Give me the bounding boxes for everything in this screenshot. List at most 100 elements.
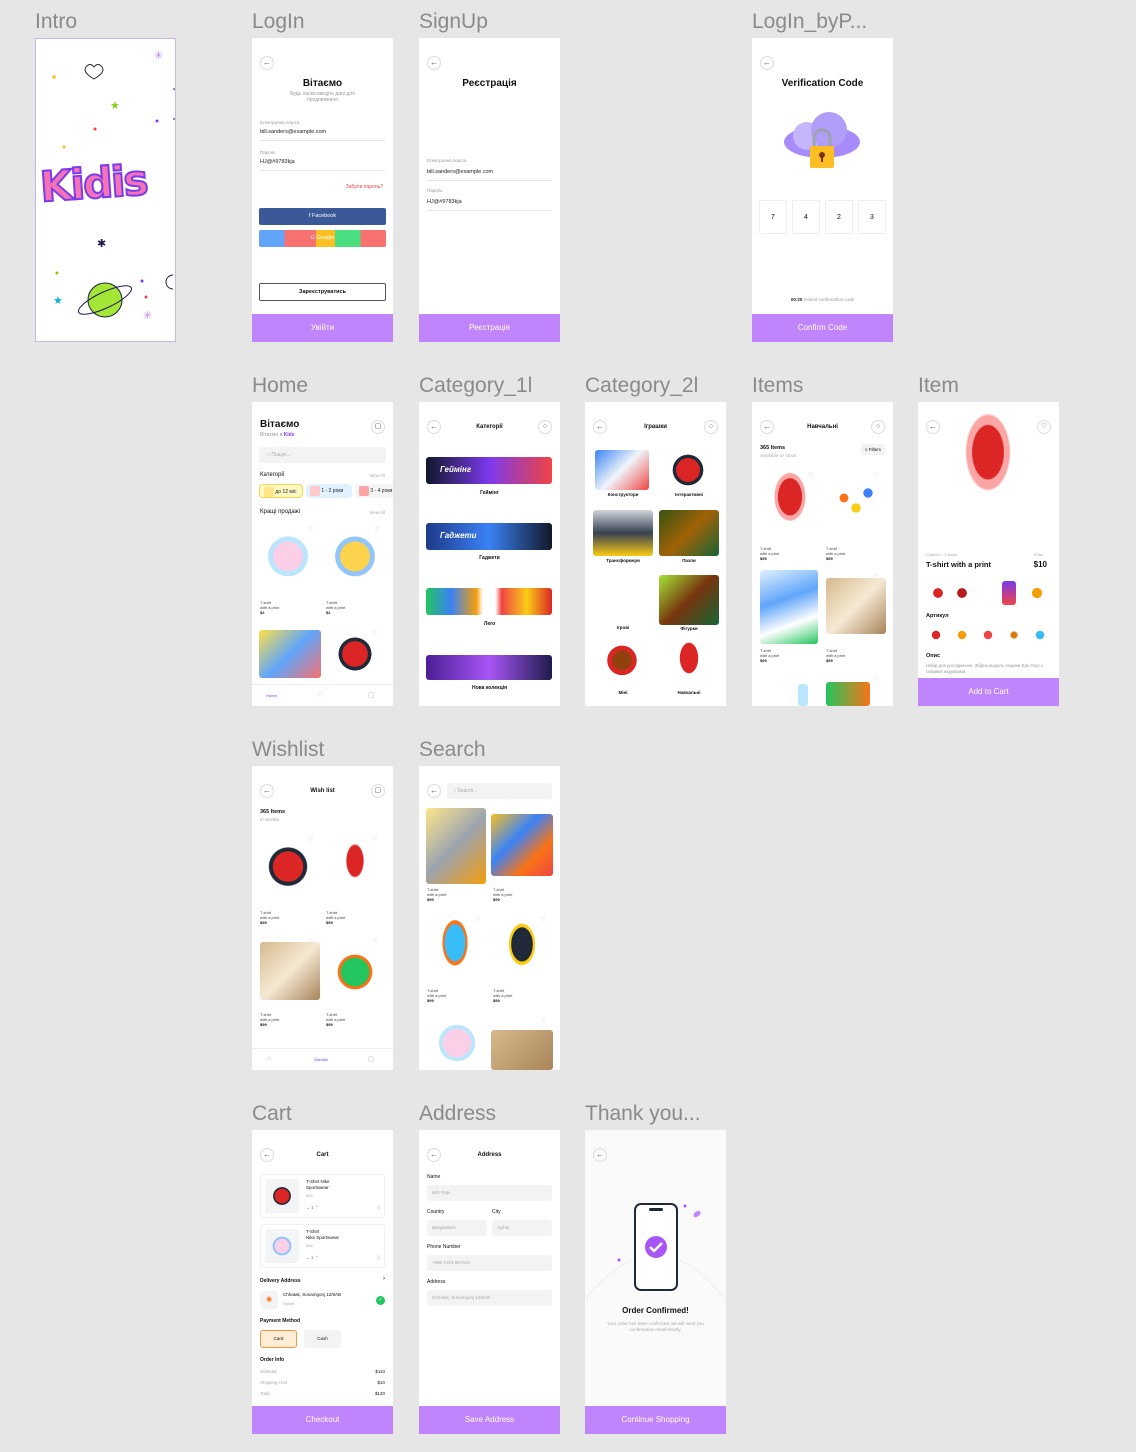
minus-icon[interactable]: ⌄ bbox=[306, 1255, 310, 1260]
plus-icon[interactable]: ⌃ bbox=[315, 1205, 319, 1210]
trash-icon[interactable]: ▯ bbox=[377, 1205, 380, 1211]
code-digit-input[interactable]: 2 bbox=[825, 200, 853, 234]
search-icon[interactable]: ○ bbox=[538, 420, 552, 434]
product-image-robot[interactable] bbox=[328, 630, 382, 678]
bag-icon[interactable]: ▢ bbox=[371, 784, 385, 798]
bag-icon[interactable]: ▢ bbox=[368, 1055, 375, 1063]
heart-icon[interactable]: ♡ bbox=[372, 938, 377, 945]
plus-icon[interactable]: ⌃ bbox=[315, 1255, 319, 1260]
back-icon[interactable]: ← bbox=[260, 56, 274, 70]
product-image[interactable] bbox=[326, 944, 384, 1000]
heart-icon[interactable]: ♡ bbox=[372, 836, 377, 843]
code-digit-input[interactable]: 3 bbox=[858, 200, 886, 234]
subcategory-image[interactable] bbox=[671, 638, 707, 688]
heart-icon[interactable]: ♡ bbox=[541, 916, 546, 923]
bag-icon[interactable]: ▢ bbox=[368, 691, 375, 699]
address-field[interactable]: Chhatak, Sunamgonj 12/8AB bbox=[427, 1290, 552, 1306]
heart-icon[interactable]: ♡ bbox=[308, 836, 313, 843]
view-all-link[interactable]: View All bbox=[369, 473, 385, 478]
checkout-button[interactable]: Checkout bbox=[252, 1406, 393, 1434]
product-image[interactable] bbox=[491, 814, 553, 876]
product-image[interactable] bbox=[260, 836, 316, 904]
product-image-creativity[interactable] bbox=[259, 630, 321, 678]
signup-button[interactable]: Реєстрація bbox=[419, 314, 560, 342]
home-icon[interactable]: ⌂ bbox=[267, 1055, 271, 1062]
save-address-button[interactable]: Save Address bbox=[419, 1406, 560, 1434]
heart-icon[interactable]: ♡ bbox=[372, 630, 377, 637]
variant-thumb[interactable] bbox=[1002, 581, 1016, 605]
back-icon[interactable]: ← bbox=[760, 56, 774, 70]
cash-option[interactable]: Cash bbox=[304, 1330, 341, 1348]
search-input[interactable]: ○ Пошук... bbox=[259, 447, 386, 463]
code-digit-input[interactable]: 7 bbox=[759, 200, 787, 234]
product-image[interactable] bbox=[431, 914, 479, 986]
back-icon[interactable]: ← bbox=[427, 56, 441, 70]
add-to-cart-button[interactable]: Add to Cart bbox=[918, 678, 1059, 706]
back-icon[interactable]: ← bbox=[926, 420, 940, 434]
email-field[interactable]: bill.sanders@example.com bbox=[427, 169, 493, 175]
search-icon[interactable]: ○ bbox=[704, 420, 718, 434]
heart-icon[interactable]: ♡ bbox=[541, 1018, 546, 1025]
quantity-stepper[interactable]: ⌄ 1 ⌃ bbox=[306, 1205, 319, 1211]
product-image[interactable] bbox=[826, 578, 886, 634]
facebook-button[interactable]: f Facebook bbox=[259, 208, 386, 225]
product-image[interactable] bbox=[427, 1016, 487, 1070]
product-image-plush[interactable] bbox=[326, 524, 384, 596]
login-button[interactable]: Увійти bbox=[252, 314, 393, 342]
password-field[interactable]: HJ@#9783kja bbox=[427, 199, 462, 205]
code-digit-input[interactable]: 4 bbox=[792, 200, 820, 234]
product-image[interactable] bbox=[760, 570, 818, 644]
confirm-code-button[interactable]: Confirm Code bbox=[752, 314, 893, 342]
article-thumb[interactable] bbox=[980, 624, 996, 646]
category-chip[interactable]: 3 - 4 роки bbox=[355, 484, 393, 498]
country-field[interactable]: Bangladesh bbox=[427, 1220, 487, 1236]
back-icon[interactable]: ← bbox=[427, 784, 441, 798]
chevron-right-icon[interactable]: › bbox=[383, 1276, 385, 1282]
view-all-link[interactable]: View All bbox=[369, 510, 385, 515]
product-image[interactable] bbox=[491, 1030, 553, 1070]
category-banner-new[interactable] bbox=[426, 655, 552, 680]
article-thumb[interactable] bbox=[1006, 624, 1022, 646]
heart-icon[interactable]: ♡ bbox=[308, 526, 313, 533]
subcategory-image[interactable] bbox=[593, 510, 653, 556]
product-image-plush[interactable] bbox=[259, 524, 317, 596]
product-image[interactable] bbox=[798, 684, 808, 706]
subcategory-image[interactable] bbox=[605, 642, 639, 688]
article-thumb[interactable] bbox=[954, 624, 970, 646]
heart-icon[interactable]: ♡ bbox=[1037, 420, 1051, 434]
category-chip[interactable]: 1 - 2 роки bbox=[306, 484, 352, 498]
heart-icon[interactable]: ♡ bbox=[308, 938, 313, 945]
password-field[interactable]: HJ@#9783kja bbox=[260, 159, 295, 165]
forgot-password-link[interactable]: Забули пароль? bbox=[346, 184, 383, 190]
article-thumb[interactable] bbox=[1032, 624, 1048, 646]
variant-thumb[interactable] bbox=[952, 581, 972, 605]
continue-shopping-button[interactable]: Continue Shopping bbox=[585, 1406, 726, 1434]
phone-field[interactable]: +880 1453-987533 bbox=[427, 1255, 552, 1271]
product-image[interactable] bbox=[826, 478, 886, 528]
resend-link[interactable]: resend confirmation code bbox=[804, 297, 855, 302]
quantity-stepper[interactable]: ⌄ 1 ⌃ bbox=[306, 1255, 319, 1261]
city-field[interactable]: Sylhet bbox=[492, 1220, 552, 1236]
email-field[interactable]: bill.sanders@example.com bbox=[260, 129, 326, 135]
subcategory-image[interactable] bbox=[661, 450, 715, 490]
article-thumb[interactable] bbox=[928, 624, 944, 646]
card-option[interactable]: Card bbox=[260, 1330, 297, 1348]
variant-thumb[interactable] bbox=[1026, 581, 1048, 605]
register-button[interactable]: Зареєструватись bbox=[259, 283, 386, 301]
nav-home[interactable]: Home bbox=[266, 693, 277, 698]
google-button[interactable]: G Google bbox=[259, 230, 386, 247]
heart-icon[interactable]: ♡ bbox=[475, 916, 480, 923]
product-image[interactable] bbox=[426, 808, 486, 884]
trash-icon[interactable]: ▯ bbox=[377, 1255, 380, 1261]
heart-icon[interactable]: ♡ bbox=[808, 472, 813, 479]
variant-thumb[interactable] bbox=[928, 581, 948, 605]
product-image[interactable] bbox=[260, 942, 320, 1000]
search-input[interactable]: ○ Search... bbox=[447, 783, 552, 799]
category-banner-gaming[interactable]: Геймінг bbox=[426, 457, 552, 484]
category-banner-lego[interactable] bbox=[426, 588, 552, 615]
heart-icon[interactable]: ♡ bbox=[874, 676, 879, 683]
heart-icon[interactable]: ♡ bbox=[374, 526, 379, 533]
product-image[interactable] bbox=[826, 682, 870, 706]
subcategory-image[interactable] bbox=[659, 510, 719, 556]
subcategory-image[interactable] bbox=[595, 450, 649, 490]
